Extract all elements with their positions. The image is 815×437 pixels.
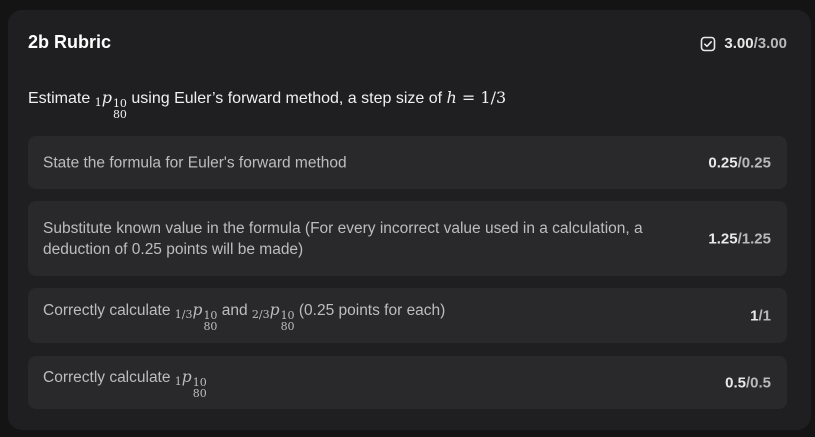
rubric-title: 2b Rubric [28, 32, 112, 52]
criterion-max: /1.25 [737, 230, 771, 247]
criterion-max: /1 [758, 307, 771, 324]
criterion-text: Substitute known value in the formula (F… [43, 219, 643, 258]
math-p: p [192, 300, 203, 319]
check-square-icon [700, 36, 716, 52]
criterion-text-suffix: (0.25 points for each) [294, 301, 446, 319]
math-p: p [101, 88, 112, 107]
criterion-score: 1.25/1.25 [708, 230, 771, 247]
math-h-value: = 1/3 [456, 88, 507, 107]
total-max: /3.00 [753, 35, 787, 52]
criterion-text: Correctly calculate 1p 10 80 [43, 367, 667, 399]
question-middle: using Euler’s forward method, a step siz… [126, 90, 447, 107]
math-p-expression: 2/3p 10 80 [252, 300, 295, 332]
question-prompt: Estimate 1p 10 80 using Euler’s forward me… [28, 84, 506, 120]
criterion-text-prefix: Correctly calculate [43, 368, 175, 386]
math-subscript: 80 [112, 108, 127, 121]
criterion-text-mid: and [217, 301, 252, 319]
math-p-expression: 1/3p 10 80 [175, 300, 218, 332]
criterion-max: /0.25 [737, 154, 771, 171]
criterion-item: Substitute known value in the formula (F… [28, 201, 787, 276]
question-prefix: Estimate [28, 90, 95, 107]
math-p-expression: 1p 10 80 [95, 84, 127, 120]
math-p: p [181, 367, 192, 386]
math-pre-subscript: 1 [94, 96, 102, 109]
criterion-score: 0.25/0.25 [708, 154, 771, 171]
criterion-earned: 0.5 [725, 374, 746, 391]
criterion-item: Correctly calculate 1p 10 80 0.5/0.5 [28, 356, 787, 409]
math-pre-subscript: 2/3 [251, 307, 270, 321]
math-subscript: 80 [192, 386, 207, 400]
criterion-item: State the formula for Euler's forward me… [28, 136, 787, 189]
math-subscript: 80 [203, 319, 218, 333]
math-h: h [446, 88, 457, 107]
criterion-score: 1/1 [750, 307, 771, 324]
criterion-text: Correctly calculate 1/3p 10 80 and 2/3p 10 8… [43, 300, 667, 332]
rubric-card: 2b Rubric 3.00/3.00 Estimate 1p 10 80 usin… [8, 10, 811, 430]
math-pre-subscript: 1 [174, 374, 182, 388]
criterion-max: /0.5 [745, 374, 771, 391]
math-pre-subscript: 1/3 [174, 307, 193, 321]
criterion-item: Correctly calculate 1/3p 10 80 and 2/3p 10 8… [28, 288, 787, 343]
criterion-earned: 0.25 [708, 154, 738, 171]
math-step-size: h = 1/3 [447, 88, 507, 107]
math-subscript: 80 [280, 319, 295, 333]
total-score: 3.00/3.00 [700, 35, 787, 52]
criterion-score: 0.5/0.5 [725, 374, 771, 391]
criterion-earned: 1.25 [708, 230, 738, 247]
total-earned: 3.00 [724, 35, 754, 52]
math-p: p [269, 300, 280, 319]
criterion-text-prefix: Correctly calculate [43, 301, 175, 319]
math-p-expression: 1p 10 80 [175, 367, 207, 399]
criterion-text: State the formula for Euler's forward me… [43, 154, 347, 171]
